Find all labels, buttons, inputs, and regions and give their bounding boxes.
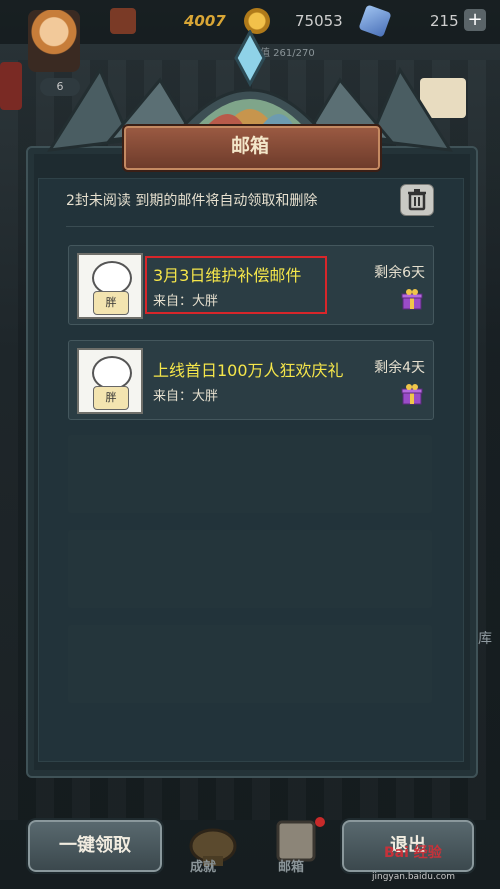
nav-mailbox-label[interactable]: 邮箱 [278, 856, 304, 875]
collect-all-button[interactable]: 一键领取 [26, 818, 164, 874]
empty-mail-slot [68, 435, 432, 513]
side-label[interactable]: 库 [478, 628, 492, 648]
gift-icon [401, 289, 423, 310]
watermark-url: jingyan.baidu.com [372, 872, 456, 882]
add-gems-button[interactable]: + [464, 9, 486, 31]
empty-mail-slot [68, 530, 432, 608]
left-banner [0, 62, 22, 110]
mailbox-info-text: 2封未阅读 到期的邮件将自动领取和删除 [66, 193, 318, 209]
sender-avatar: 胖 [77, 348, 143, 414]
coin-amount: 75053 [295, 12, 343, 30]
watermark-logo: Bai 经验 [384, 845, 442, 861]
gold-amount: 4007 [184, 12, 226, 30]
mail-remaining-days: 剩余4天 [374, 360, 425, 376]
gift-icon [401, 384, 423, 405]
mail-item[interactable]: 胖 上线首日100万人狂欢庆礼 来自：大胖 剩余4天 [68, 340, 434, 420]
sender-face [92, 356, 132, 390]
sender-badge: 胖 [93, 386, 129, 410]
panel-divider [66, 226, 434, 227]
mailbox-title: 邮箱 [230, 135, 269, 157]
gem-amount: 215 [430, 12, 459, 30]
trash-icon [408, 189, 426, 211]
sender-avatar: 胖 [77, 253, 143, 319]
empty-mail-slot [68, 625, 432, 703]
mail-remaining-days: 剩余6天 [374, 265, 425, 281]
sender-face [92, 261, 132, 295]
mail-title: 上线首日100万人狂欢庆礼 [153, 361, 344, 380]
highlight-box [145, 256, 327, 314]
mail-sender: 来自：大胖 [153, 389, 219, 404]
nav-achievements-label[interactable]: 成就 [190, 856, 216, 875]
sender-badge: 胖 [93, 291, 129, 315]
delete-read-button[interactable] [400, 184, 434, 216]
